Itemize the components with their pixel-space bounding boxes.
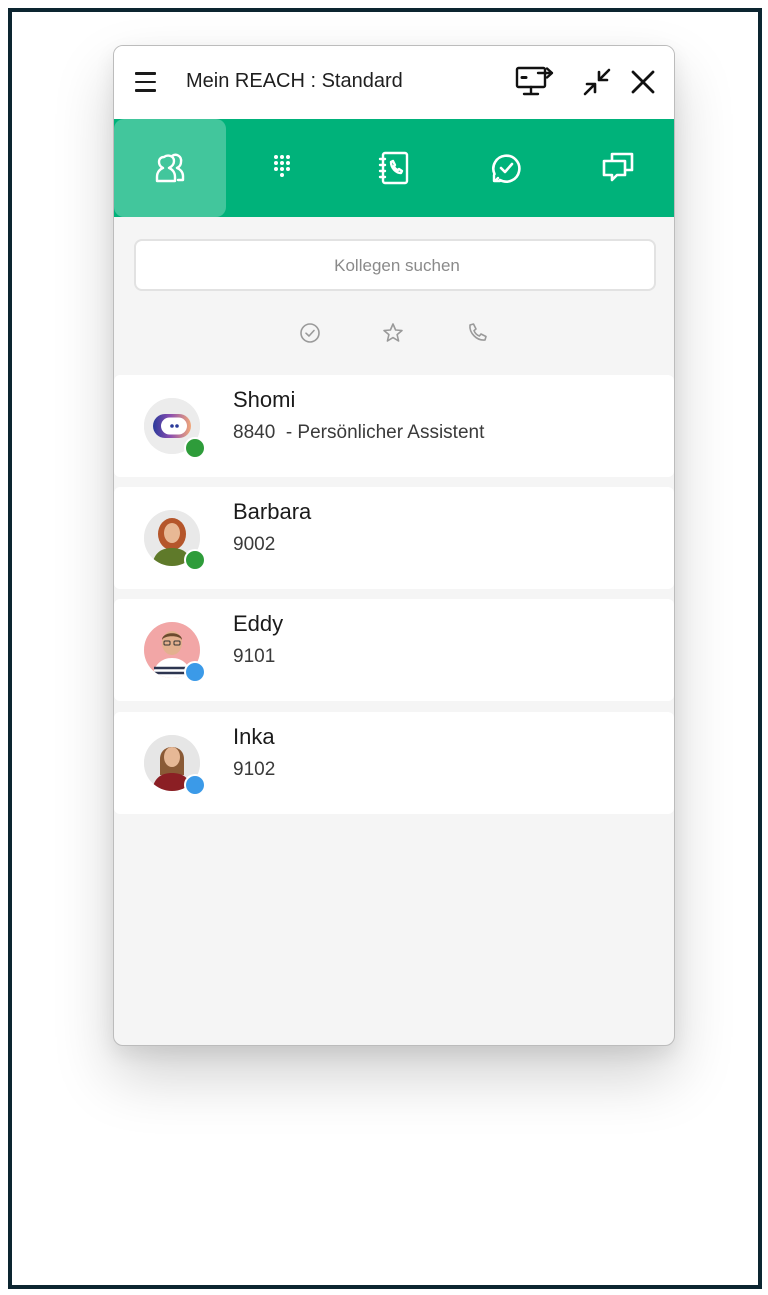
contact-card-shomi[interactable]: Shomi 8840 - Persönlicher Assistent	[114, 375, 674, 477]
collapse-arrows-icon[interactable]	[577, 62, 617, 102]
window-title: Mein REACH : Standard	[186, 70, 403, 92]
tab-colleagues[interactable]	[114, 119, 226, 217]
presence-status-dot	[184, 549, 206, 571]
main-navigation	[114, 119, 674, 217]
search-colleagues-field[interactable]	[134, 239, 658, 291]
contact-name: Barbara	[233, 499, 312, 524]
contact-card-barbara[interactable]: Barbara 9002	[114, 487, 674, 589]
contact-name: Shomi	[233, 387, 296, 412]
call-history-icon	[492, 154, 521, 183]
tab-chat[interactable]	[562, 119, 674, 217]
screen-share-icon[interactable]	[514, 62, 554, 102]
filter-favorites-star-icon[interactable]	[381, 321, 405, 345]
contact-card-inka[interactable]: Inka 9102	[114, 712, 674, 814]
presence-status-dot	[184, 661, 206, 683]
dialpad-icon	[274, 155, 290, 177]
tab-phonebook[interactable]	[338, 119, 450, 217]
filter-available-check-circle-icon[interactable]	[298, 321, 322, 345]
tab-call-history[interactable]	[450, 119, 562, 217]
phonebook-icon	[378, 151, 409, 185]
search-input[interactable]	[136, 241, 658, 291]
contact-extension: 9101	[233, 646, 276, 667]
contact-name: Eddy	[233, 611, 284, 636]
presence-status-dot	[184, 437, 206, 459]
contact-extension: 9002	[233, 534, 276, 555]
presence-status-dot	[184, 774, 206, 796]
reach-app-window: Mein REACH : Standard Kollegen suchen Sh…	[113, 45, 675, 1046]
contact-extension: 9102	[233, 759, 276, 780]
hamburger-menu-icon[interactable]	[134, 70, 158, 94]
contact-card-eddy[interactable]: Eddy 9101	[114, 599, 674, 701]
filter-phone-icon[interactable]	[465, 321, 489, 345]
title-bar: Mein REACH : Standard	[114, 46, 674, 119]
tab-dialpad[interactable]	[226, 119, 338, 217]
close-icon[interactable]	[623, 62, 663, 102]
contact-name: Inka	[233, 724, 275, 749]
contact-extension: 8840 - Persönlicher Assistent	[233, 422, 485, 443]
chat-icon	[602, 152, 634, 182]
colleagues-icon	[155, 153, 185, 183]
